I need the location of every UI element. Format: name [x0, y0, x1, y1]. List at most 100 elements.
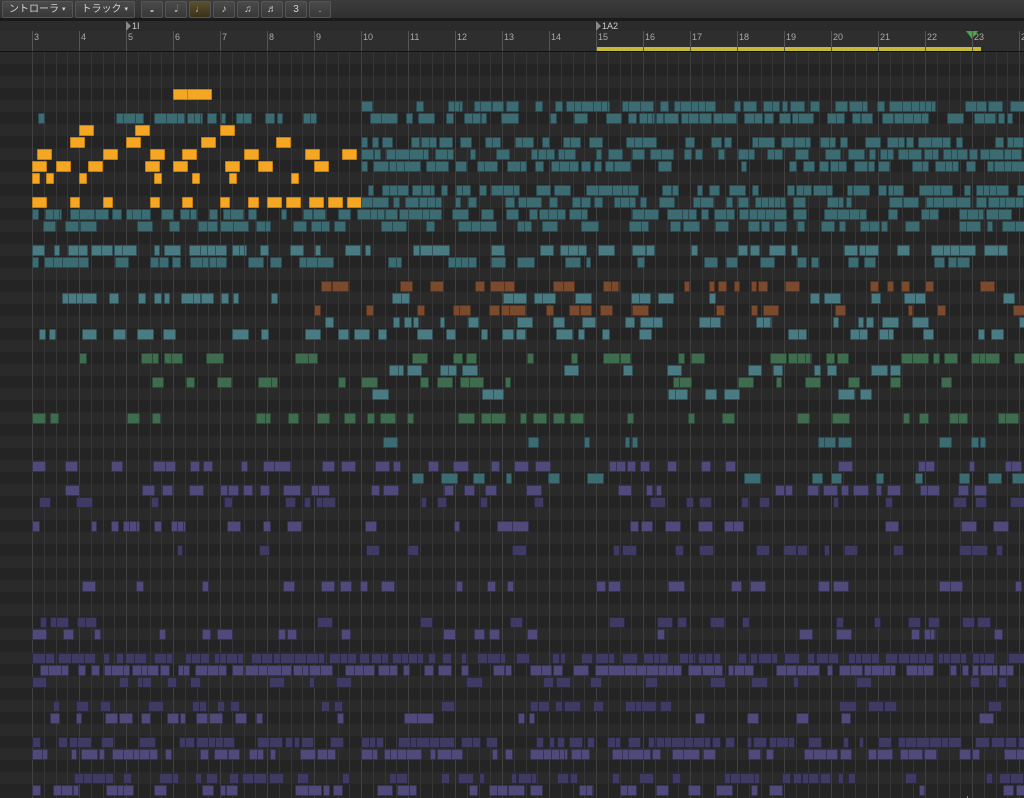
midi-note[interactable] [228, 749, 241, 760]
midi-note[interactable] [991, 737, 1005, 748]
midi-note[interactable] [975, 737, 990, 748]
midi-note[interactable] [366, 545, 380, 556]
midi-note[interactable] [451, 749, 463, 760]
midi-note[interactable] [269, 773, 284, 784]
midi-note[interactable] [897, 245, 910, 256]
midi-note[interactable] [172, 257, 181, 268]
midi-note[interactable] [944, 353, 958, 364]
midi-note[interactable] [257, 749, 264, 760]
midi-note[interactable] [939, 437, 951, 448]
midi-note[interactable] [233, 293, 239, 304]
midi-note[interactable] [505, 749, 513, 760]
midi-note[interactable] [274, 461, 290, 472]
midi-note[interactable] [797, 257, 806, 268]
midi-note[interactable] [486, 737, 498, 748]
midi-note[interactable] [623, 365, 633, 376]
midi-note[interactable] [314, 161, 329, 172]
midi-note[interactable] [960, 653, 966, 664]
midi-note[interactable] [344, 413, 356, 424]
midi-note[interactable] [136, 581, 144, 592]
midi-note[interactable] [361, 377, 378, 388]
midi-note[interactable] [625, 437, 631, 448]
midi-note[interactable] [321, 701, 330, 712]
midi-note[interactable] [559, 749, 565, 760]
midi-note[interactable] [601, 101, 608, 112]
midi-note[interactable] [317, 413, 330, 424]
midi-note[interactable] [389, 365, 399, 376]
midi-note[interactable] [988, 701, 1002, 712]
note-duration-1[interactable]: 𝅗𝅥 [165, 1, 187, 18]
midi-note[interactable] [639, 329, 653, 340]
midi-note[interactable] [921, 113, 930, 124]
midi-note[interactable] [311, 221, 322, 232]
midi-note[interactable] [952, 161, 959, 172]
midi-note[interactable] [795, 149, 809, 160]
midi-note[interactable] [656, 785, 668, 796]
midi-note[interactable] [260, 485, 271, 496]
midi-note[interactable] [751, 305, 758, 316]
midi-note[interactable] [430, 749, 436, 760]
midi-note[interactable] [803, 185, 812, 196]
midi-note[interactable] [123, 785, 134, 796]
midi-note[interactable] [148, 701, 164, 712]
midi-note[interactable] [743, 101, 756, 112]
midi-note[interactable] [408, 209, 423, 220]
midi-note[interactable] [659, 653, 669, 664]
midi-note[interactable] [824, 293, 841, 304]
midi-note[interactable] [261, 329, 269, 340]
midi-note[interactable] [38, 113, 45, 124]
midi-note[interactable] [492, 137, 502, 148]
midi-note[interactable] [848, 377, 860, 388]
midi-note[interactable] [37, 149, 52, 160]
midi-note[interactable] [844, 245, 858, 256]
midi-note[interactable] [313, 209, 326, 220]
midi-note[interactable] [167, 677, 177, 688]
midi-note[interactable] [826, 749, 839, 760]
midi-note[interactable] [462, 365, 478, 376]
midi-note[interactable] [303, 209, 313, 220]
midi-note[interactable] [541, 665, 552, 676]
midi-note[interactable] [805, 137, 811, 148]
midi-note[interactable] [333, 785, 343, 796]
midi-note[interactable] [933, 353, 940, 364]
midi-note[interactable] [986, 773, 993, 784]
midi-note[interactable] [572, 197, 580, 208]
midi-note[interactable] [371, 485, 381, 496]
midi-note[interactable] [925, 101, 933, 112]
midi-note[interactable] [484, 161, 498, 172]
midi-note[interactable] [598, 185, 613, 196]
midi-note[interactable] [962, 665, 969, 676]
midi-note[interactable] [554, 185, 571, 196]
midi-note[interactable] [877, 101, 886, 112]
midi-note[interactable] [832, 413, 849, 424]
midi-note[interactable] [542, 221, 558, 232]
midi-note[interactable] [774, 221, 787, 232]
midi-note[interactable] [919, 785, 926, 796]
midi-note[interactable] [218, 665, 227, 676]
midi-note[interactable] [374, 149, 381, 160]
midi-note[interactable] [774, 209, 787, 220]
midi-note[interactable] [825, 149, 841, 160]
midi-note[interactable] [32, 785, 41, 796]
midi-note[interactable] [563, 281, 574, 292]
midi-note[interactable] [448, 365, 457, 376]
midi-note[interactable] [497, 521, 512, 532]
midi-note[interactable] [524, 221, 532, 232]
midi-note[interactable] [569, 161, 579, 172]
midi-note[interactable] [927, 485, 940, 496]
midi-note[interactable] [709, 281, 716, 292]
midi-note[interactable] [103, 653, 110, 664]
midi-note[interactable] [182, 197, 192, 208]
midi-note[interactable] [305, 329, 321, 340]
midi-note[interactable] [361, 101, 373, 112]
midi-note[interactable] [529, 209, 537, 220]
midi-note[interactable] [512, 521, 529, 532]
midi-note[interactable] [376, 737, 384, 748]
midi-note[interactable] [726, 257, 738, 268]
midi-note[interactable] [190, 677, 201, 688]
midi-note[interactable] [575, 293, 592, 304]
midi-note[interactable] [596, 581, 606, 592]
midi-note[interactable] [165, 461, 176, 472]
midi-note[interactable] [202, 257, 208, 268]
midi-note[interactable] [418, 113, 435, 124]
